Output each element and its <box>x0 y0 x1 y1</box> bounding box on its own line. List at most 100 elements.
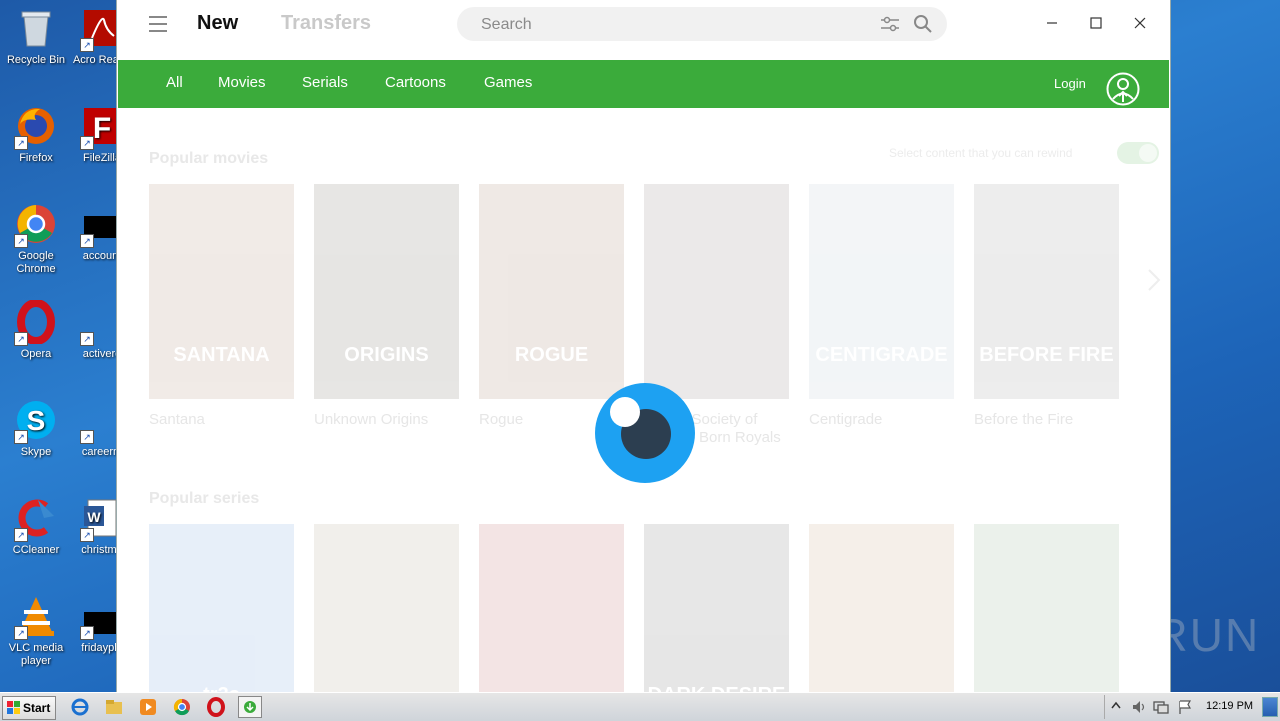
tab-transfers[interactable]: Transfers <box>281 12 371 35</box>
shortcut-arrow-icon: ↗ <box>80 332 94 346</box>
filter-icon[interactable] <box>879 15 901 33</box>
movie-card[interactable]: ROGUE Rogue <box>479 184 624 429</box>
shortcut-arrow-icon: ↗ <box>14 234 28 248</box>
poster-image: SANTANA <box>149 184 294 399</box>
shortcut-arrow-icon: ↗ <box>14 332 28 346</box>
shortcut-arrow-icon: ↗ <box>14 626 28 640</box>
chevron-right-icon[interactable] <box>1147 268 1161 292</box>
search-input[interactable] <box>479 13 863 37</box>
poster-image: BEFORE FIRE <box>974 184 1119 399</box>
tab-new[interactable]: New <box>197 12 238 35</box>
poster-image <box>809 524 954 692</box>
poster-image: CENTIGRADE <box>809 184 954 399</box>
show-desktop-button[interactable] <box>1262 697 1278 717</box>
svg-text:F: F <box>93 112 111 145</box>
recycle-bin-icon <box>14 6 58 50</box>
shortcut-arrow-icon: ↗ <box>14 528 28 542</box>
user-account-icon[interactable] <box>1106 72 1140 106</box>
poster-title-text: ROGUE <box>514 344 589 366</box>
movie-card[interactable]: BEFORE FIRE Before the Fire <box>974 184 1119 429</box>
tray-expand-icon[interactable] <box>1111 701 1121 713</box>
movie-card[interactable]: CENTIGRADE Centigrade <box>809 184 954 429</box>
series-card[interactable] <box>314 524 459 692</box>
chrome-icon: ↗ <box>14 202 58 248</box>
title-bar: New Transfers <box>117 0 1170 60</box>
popular-movies-title: Popular movies <box>149 150 269 167</box>
series-card[interactable]: tr3s <box>149 524 294 692</box>
app-window: New Transfers All Movies Serials Cartoon… <box>116 0 1171 692</box>
taskbar: Start 12:19 PM <box>0 692 1280 721</box>
firefox-icon: ↗ <box>14 104 58 150</box>
poster-image <box>479 524 624 692</box>
search-bar <box>457 7 947 41</box>
rewind-toggle-label: Select content that you can rewind <box>889 146 1073 160</box>
opera-taskbar-icon[interactable] <box>206 697 226 717</box>
login-link[interactable]: Login <box>1054 76 1086 91</box>
shortcut-arrow-icon: ↗ <box>14 430 28 444</box>
media-player-taskbar-icon[interactable] <box>138 697 158 717</box>
ie-taskbar-icon[interactable] <box>70 697 90 717</box>
skype-icon: S ↗ <box>14 398 58 444</box>
shortcut-arrow-icon: ↗ <box>14 136 28 150</box>
start-button[interactable]: Start <box>2 696 56 720</box>
recycle-bin-desktop-shortcut[interactable]: Recycle Bin <box>0 6 72 67</box>
desktop-icon-label: Google Chrome <box>16 250 56 275</box>
poster-image: ORIGINS <box>314 184 459 399</box>
search-icon[interactable] <box>913 14 933 34</box>
vlc-desktop-shortcut[interactable]: ↗ VLC media player <box>0 594 72 668</box>
action-center-flag-icon[interactable] <box>1177 699 1193 715</box>
desktop-icon-label: VLC media player <box>8 642 64 667</box>
poster-image: ROGUE <box>479 184 624 399</box>
clock: 12:19 PM <box>1206 700 1254 712</box>
desktop-icon-label: Firefox <box>19 152 53 164</box>
minimize-button[interactable] <box>1039 10 1065 36</box>
poster-image: DARK DESIRE <box>644 524 789 692</box>
movie-card[interactable]: SANTANA Santana <box>149 184 294 429</box>
skype-desktop-shortcut[interactable]: S ↗ Skype <box>0 398 72 459</box>
nav-games[interactable]: Games <box>484 74 532 91</box>
nav-serials[interactable]: Serials <box>302 74 348 91</box>
maximize-button[interactable] <box>1083 10 1109 36</box>
menu-icon[interactable] <box>149 16 167 32</box>
chrome-desktop-shortcut[interactable]: ↗ Google Chrome <box>0 202 72 276</box>
network-icon[interactable] <box>1153 699 1169 715</box>
poster-image <box>314 524 459 692</box>
shortcut-arrow-icon: ↗ <box>80 626 94 640</box>
ccleaner-icon: ↗ <box>14 496 58 542</box>
category-navbar: All Movies Serials Cartoons Games Login <box>118 60 1169 108</box>
poster-title-text: DARK DESIRE <box>644 684 789 692</box>
poster-title-text: SANTANA <box>173 344 270 366</box>
svg-text:W: W <box>87 509 101 525</box>
start-label: Start <box>23 701 51 715</box>
card-title: Centigrade <box>809 411 883 428</box>
poster-title-text: BEFORE FIRE <box>979 344 1114 366</box>
series-card[interactable] <box>479 524 624 692</box>
shortcut-arrow-icon: ↗ <box>80 234 94 248</box>
chrome-taskbar-icon[interactable] <box>172 697 192 717</box>
active-app-taskbar-icon[interactable] <box>238 696 262 718</box>
vlc-icon: ↗ <box>14 594 58 640</box>
series-card[interactable] <box>809 524 954 692</box>
ccleaner-desktop-shortcut[interactable]: ↗ CCleaner <box>0 496 72 557</box>
poster-title-text: tr3s <box>149 684 294 692</box>
series-card[interactable]: DARK DESIRE <box>644 524 789 692</box>
explorer-taskbar-icon[interactable] <box>104 697 124 717</box>
opera-desktop-shortcut[interactable]: ↗ Opera <box>0 299 72 361</box>
movie-card[interactable]: ORIGINS Unknown Origins <box>314 184 459 429</box>
nav-cartoons[interactable]: Cartoons <box>385 74 446 91</box>
card-title: Before the Fire <box>974 411 1074 428</box>
volume-icon[interactable] <box>1131 699 1147 715</box>
firefox-desktop-shortcut[interactable]: ↗ Firefox <box>0 104 72 165</box>
nav-movies[interactable]: Movies <box>218 74 266 91</box>
shortcut-arrow-icon: ↗ <box>80 430 94 444</box>
shortcut-arrow-icon: ↗ <box>80 38 94 52</box>
series-card[interactable] <box>974 524 1119 692</box>
desktop-icon-label: CCleaner <box>12 544 60 556</box>
rewind-toggle[interactable] <box>1117 142 1159 164</box>
windows-logo-icon <box>7 701 20 714</box>
nav-all[interactable]: All <box>166 74 183 91</box>
content-area: Popular movies Select content that you c… <box>117 108 1170 692</box>
close-button[interactable] <box>1127 10 1153 36</box>
shortcut-arrow-icon: ↗ <box>80 136 94 150</box>
poster-image <box>644 184 789 399</box>
